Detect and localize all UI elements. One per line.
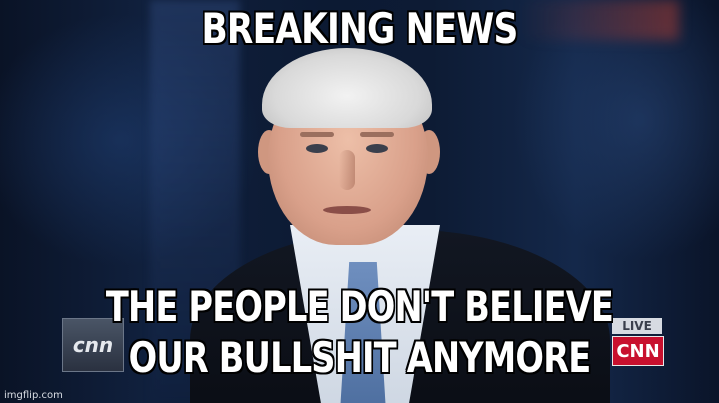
anchor-hair: [262, 48, 432, 128]
bottom-caption-line1: THE PEOPLE DON'T BELIEVE: [105, 282, 614, 331]
anchor-brow-right: [360, 132, 394, 137]
bottom-caption-line2: OUR BULLSHIT ANYMORE: [128, 333, 592, 382]
anchor-brow-left: [300, 132, 334, 137]
anchor-eye-right: [366, 144, 388, 153]
meme-image: cnn LIVE CNN BREAKING NEWS THE PEOPLE DO…: [0, 0, 719, 403]
watermark: imgflip.com: [4, 390, 63, 401]
anchor-mouth: [323, 206, 371, 214]
anchor-eye-left: [306, 144, 328, 153]
top-caption: BREAKING NEWS: [201, 4, 518, 53]
anchor-nose: [339, 150, 355, 190]
